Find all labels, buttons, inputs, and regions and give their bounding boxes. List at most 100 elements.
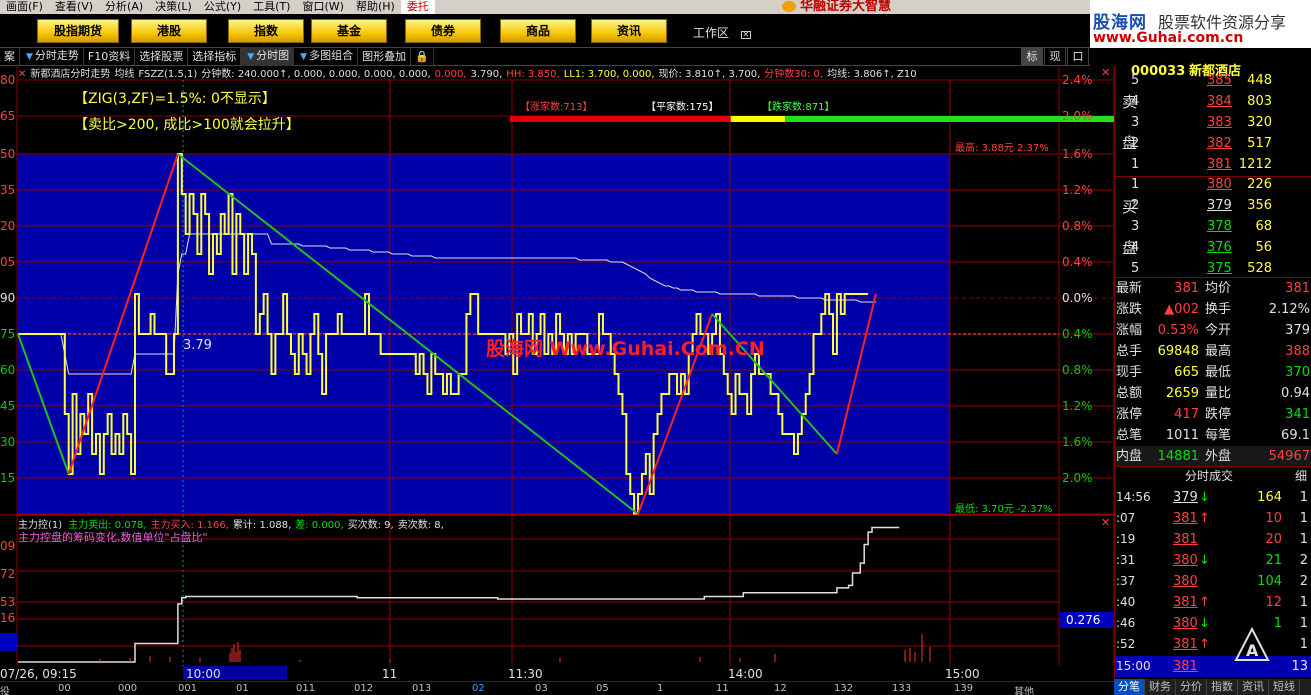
market-tab-5[interactable]: 商品: [500, 19, 576, 43]
code-filter-0[interactable]: 役: [0, 683, 10, 695]
bid-row[interactable]: 3 378 68: [1115, 216, 1311, 237]
code-filter-17[interactable]: 其他: [1014, 683, 1034, 695]
toolbar-item-6[interactable]: ▼ 多图组合: [294, 47, 359, 66]
trade-time: :31: [1116, 553, 1136, 567]
chart-info-item: 分钟数: 240.000↑, 0.000, 0.000, 0.000, 0.00…: [201, 69, 431, 80]
stat-value: ▲002: [1164, 302, 1199, 317]
code-filter-14[interactable]: 132: [834, 683, 853, 694]
code-filter-13[interactable]: 12: [774, 683, 787, 694]
sub-chart-info-item: 主力卖出: 0.078,: [68, 520, 147, 529]
stat-value: 341: [1285, 407, 1310, 422]
ask-row[interactable]: 5 385 448: [1115, 70, 1311, 91]
workarea-button[interactable]: 工作区 ✕: [693, 24, 751, 41]
trades-header: 分时成交 细: [1115, 467, 1311, 485]
code-filter-12[interactable]: 11: [716, 683, 729, 694]
market-tab-4[interactable]: 债券: [405, 19, 481, 43]
close-icon[interactable]: ✕: [740, 31, 751, 39]
toolbar-item-0[interactable]: 案: [0, 48, 20, 65]
menu-item-4[interactable]: 公式(Y): [198, 0, 247, 14]
ask-row[interactable]: 1 381 1212: [1115, 154, 1311, 175]
menu-item-2[interactable]: 分析(A): [99, 0, 149, 14]
market-tab-6[interactable]: 资讯: [591, 19, 667, 43]
scroll-up-icon[interactable]: A: [1233, 626, 1271, 664]
menu-item-5[interactable]: 工具(T): [247, 0, 296, 14]
trade-price: 381: [1173, 595, 1198, 610]
quote-tab-1[interactable]: 财务: [1145, 679, 1176, 695]
bid-row[interactable]: 4 376 56: [1115, 237, 1311, 258]
ask-price: 381: [1207, 157, 1232, 172]
intraday-chart[interactable]: 【涨家数:713】 【平家数:175】 【跌家数:871】最高: 3.88元 2.3…: [0, 66, 1114, 681]
quote-bottom-tabs: 分笔 财务 分价 指数 资讯 短线: [1114, 679, 1311, 695]
trades-detail-toggle[interactable]: 细: [1295, 467, 1307, 485]
code-filter-1[interactable]: 00: [58, 683, 71, 694]
toolbar-item-4[interactable]: 选择指标: [188, 48, 242, 65]
code-filter-4[interactable]: 01: [236, 683, 249, 694]
code-filter-3[interactable]: 001: [178, 683, 197, 694]
bid-row[interactable]: 5 375 528: [1115, 258, 1311, 279]
code-filter-2[interactable]: 000: [118, 683, 137, 694]
code-filter-16[interactable]: 139: [954, 683, 973, 694]
bottom-code-bar: 役 00 000 001 01 011 012 013 02 03 05 1 11 12 132 133 139…: [0, 681, 1114, 695]
menu-item-3[interactable]: 决策(L): [149, 0, 198, 14]
menu-item-8[interactable]: 委托: [400, 0, 435, 14]
menu-item-6[interactable]: 窗口(W): [296, 0, 349, 14]
stat-row: 总手 69848 最高 388: [1115, 341, 1311, 362]
left-axis-tick: 30: [0, 435, 15, 449]
low-price-label: 最低: 3.70元 -2.37%: [955, 502, 1052, 515]
ask-row[interactable]: 3 383 320: [1115, 112, 1311, 133]
stat-label: 今开: [1205, 323, 1232, 338]
stat-label: 最新: [1116, 281, 1143, 296]
stat-label: 最高: [1205, 344, 1232, 359]
lock-icon[interactable]: 🔒: [411, 48, 434, 65]
code-filter-11[interactable]: 1: [657, 683, 663, 694]
right-axis-tick: 0.4%: [1062, 255, 1093, 269]
close-chart-icon[interactable]: ✕: [18, 69, 26, 80]
stat-value: 381: [1174, 281, 1199, 296]
market-tab-0[interactable]: 股指期货: [37, 19, 119, 43]
time-axis-label: 14:00: [728, 667, 763, 681]
code-filter-7[interactable]: 013: [412, 683, 431, 694]
market-tab-2[interactable]: 指数: [228, 19, 304, 43]
marker-price-label: 3.79: [183, 338, 212, 353]
code-filter-8[interactable]: 02: [472, 683, 485, 694]
toolbar-item-1[interactable]: ▼ 分时走势: [20, 47, 84, 66]
close-pane-icon[interactable]: ✕: [1101, 66, 1110, 79]
quote-tab-2[interactable]: 分价: [1176, 679, 1207, 695]
code-filter-6[interactable]: 012: [354, 683, 373, 694]
toolbar-item-5[interactable]: ▼ 分时图: [241, 47, 295, 66]
close-subpane-icon[interactable]: ✕: [1101, 516, 1110, 529]
code-filter-15[interactable]: 133: [892, 683, 911, 694]
stat-value: 370: [1285, 365, 1310, 380]
ask-row[interactable]: 2 382 517: [1115, 133, 1311, 154]
market-tab-1[interactable]: 港股: [131, 19, 207, 43]
trade-price: 381: [1173, 637, 1198, 652]
quote-tab-4[interactable]: 资讯: [1238, 679, 1269, 695]
bid-row[interactable]: 2 379 356: [1115, 195, 1311, 216]
trade-count: 13: [1291, 659, 1308, 674]
quote-tab-3[interactable]: 指数: [1207, 679, 1238, 695]
code-filter-9[interactable]: 03: [535, 683, 548, 694]
bid-row[interactable]: 1 380 226: [1115, 174, 1311, 195]
toolbar-item-2[interactable]: F10资料: [84, 48, 136, 65]
toolbar-item-7[interactable]: 图形叠加: [358, 48, 412, 65]
view-toggle-2[interactable]: 口: [1067, 47, 1089, 66]
menu-item-0[interactable]: 画面(F): [0, 0, 49, 14]
stat-value: 379: [1285, 323, 1310, 338]
view-toggle-1[interactable]: 现: [1044, 47, 1066, 66]
breadth-up-label: 【涨家数:713】: [520, 100, 592, 113]
stat-value: 0.53%: [1157, 323, 1199, 338]
menu-item-1[interactable]: 查看(V): [49, 0, 99, 14]
market-tab-3[interactable]: 基金: [311, 19, 387, 43]
code-filter-10[interactable]: 05: [596, 683, 609, 694]
menu-item-7[interactable]: 帮助(H): [350, 0, 401, 14]
toolbar-item-3[interactable]: 选择股票: [135, 48, 189, 65]
quote-tab-5[interactable]: 短线: [1269, 679, 1300, 695]
stat-row: 内盘 14881 外盘 54967: [1115, 446, 1311, 467]
ask-row[interactable]: 4 384 803: [1115, 91, 1311, 112]
ask-price: 384: [1207, 94, 1232, 109]
code-filter-5[interactable]: 011: [296, 683, 315, 694]
quote-tab-0[interactable]: 分笔: [1114, 679, 1145, 695]
sub-left-axis-tick: 09: [0, 539, 15, 553]
trade-volume: 164: [1257, 490, 1282, 505]
view-toggle-0[interactable]: 标: [1021, 47, 1043, 66]
